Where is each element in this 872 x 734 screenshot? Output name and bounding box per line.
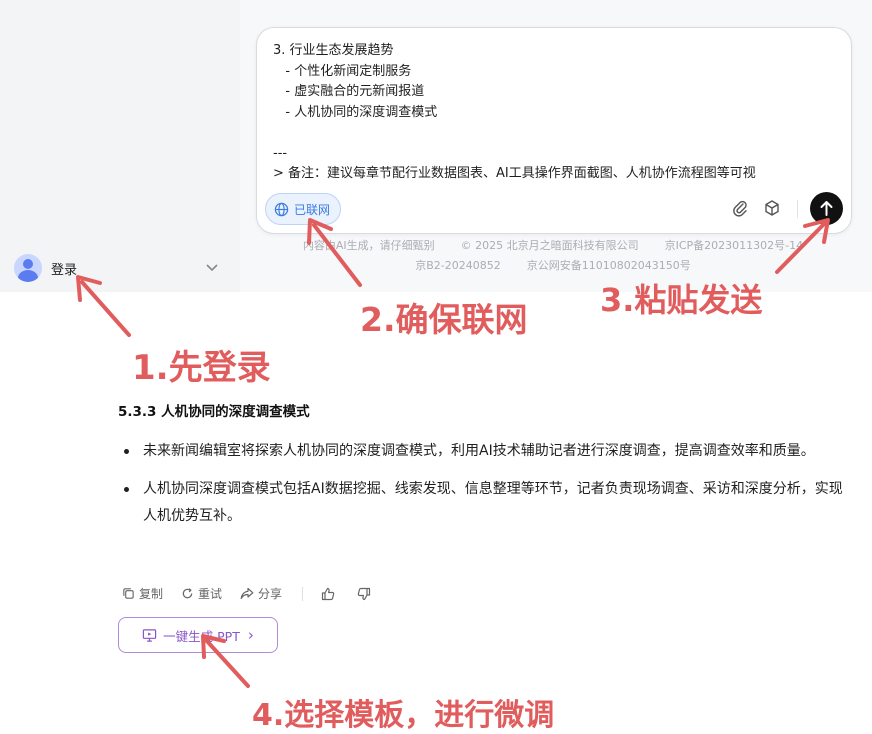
assistant-answer: 5.3.3 人机协同的深度调查模式 未来新闻编辑室将探索人机协同的深度调查模式，… [118, 400, 843, 541]
list-item: 未来新闻编辑室将探索人机协同的深度调查模式，利用AI技术辅助记者进行深度调查，提… [118, 438, 843, 465]
list-item: 人机协同深度调查模式包括AI数据挖掘、线索发现、信息整理等环节，记者负责现场调查… [118, 476, 843, 530]
footer-copyright: © 2025 北京月之暗面科技有限公司 [460, 239, 639, 252]
login-label[interactable]: 登录 [51, 259, 77, 278]
copy-button[interactable]: 复制 [122, 585, 163, 602]
composer-line: - 虚实融合的元新闻报道 [273, 84, 425, 99]
message-composer[interactable]: 3. 行业生态发展趋势 - 个性化新闻定制服务 - 虚实融合的元新闻报道 - 人… [256, 27, 852, 234]
network-toggle-button[interactable]: 已联网 [265, 193, 342, 225]
footer-license[interactable]: 京B2-20240852 [415, 256, 501, 276]
generate-ppt-button[interactable]: 一键生成 PPT › [118, 617, 278, 653]
avatar-icon[interactable] [14, 254, 42, 282]
composer-line: --- [273, 145, 288, 161]
composer-line: 3. 行业生态发展趋势 [273, 43, 394, 58]
annotation-step-1: 1.先登录 [132, 348, 271, 388]
sidebar: 登录 [0, 0, 240, 292]
share-label: 分享 [258, 587, 283, 601]
footer-police-record[interactable]: 京公网安备11010802043150号 [527, 256, 691, 276]
retry-button[interactable]: 重试 [181, 585, 222, 602]
refresh-icon [182, 588, 193, 599]
footer-icp[interactable]: 京ICP备2023011302号-14 [665, 236, 804, 256]
actions-divider [302, 586, 304, 601]
composer-textarea[interactable]: 3. 行业生态发展趋势 - 个性化新闻定制服务 - 虚实融合的元新闻报道 - 人… [273, 41, 838, 186]
retry-label: 重试 [198, 587, 223, 601]
composer-line: > 备注：建议每章节配行业数据图表、AI工具操作界面截图、人机协作流程图等可视 [273, 166, 756, 181]
thumbs-down-icon [357, 587, 371, 600]
send-arrow-icon [820, 201, 833, 216]
chevron-right-icon: › [247, 626, 254, 644]
composer-line: - 个性化新闻定制服务 [273, 63, 412, 79]
share-icon [240, 587, 254, 600]
copy-icon [123, 588, 134, 599]
generate-ppt-label: 一键生成 PPT [163, 628, 240, 644]
app-top-region: 登录 3. 行业生态发展趋势 - 个性化新闻定制服务 - 虚实融合的元新闻报道 … [0, 0, 872, 292]
dislike-button[interactable] [357, 587, 375, 601]
bullet-list: 未来新闻编辑室将探索人机协同的深度调查模式，利用AI技术辅助记者进行深度调查，提… [118, 438, 843, 530]
share-button[interactable]: 分享 [240, 585, 282, 602]
annotation-step-4: 4.选择模板，进行微调 [252, 698, 555, 733]
composer-line: - 人机协同的深度调查模式 [273, 104, 438, 120]
send-button[interactable] [810, 192, 843, 225]
presentation-icon [142, 628, 157, 642]
login-entry[interactable]: 登录 [14, 253, 226, 283]
section-title: 5.3.3 人机协同的深度调查模式 [118, 404, 310, 420]
cube-icon[interactable] [762, 198, 782, 218]
copy-label: 复制 [139, 587, 164, 601]
network-label: 已联网 [294, 202, 331, 217]
paperclip-icon[interactable] [730, 198, 750, 218]
legal-footer: 内容由AI生成，请仔细甄别 © 2025 北京月之暗面科技有限公司 京ICP备2… [256, 236, 850, 276]
message-actions: 复制 重试 分享 [122, 585, 393, 602]
thumbs-up-icon [321, 587, 335, 600]
globe-icon [274, 202, 289, 216]
composer-line [273, 123, 838, 144]
chevron-down-icon[interactable] [204, 259, 220, 275]
footer-disclaimer: 内容由AI生成，请仔细甄别 [302, 239, 435, 252]
annotation-step-2: 2.确保联网 [360, 300, 528, 339]
like-button[interactable] [321, 587, 339, 601]
toolbar-divider [797, 200, 798, 218]
annotation-step-3: 3.粘贴发送 [600, 281, 763, 319]
